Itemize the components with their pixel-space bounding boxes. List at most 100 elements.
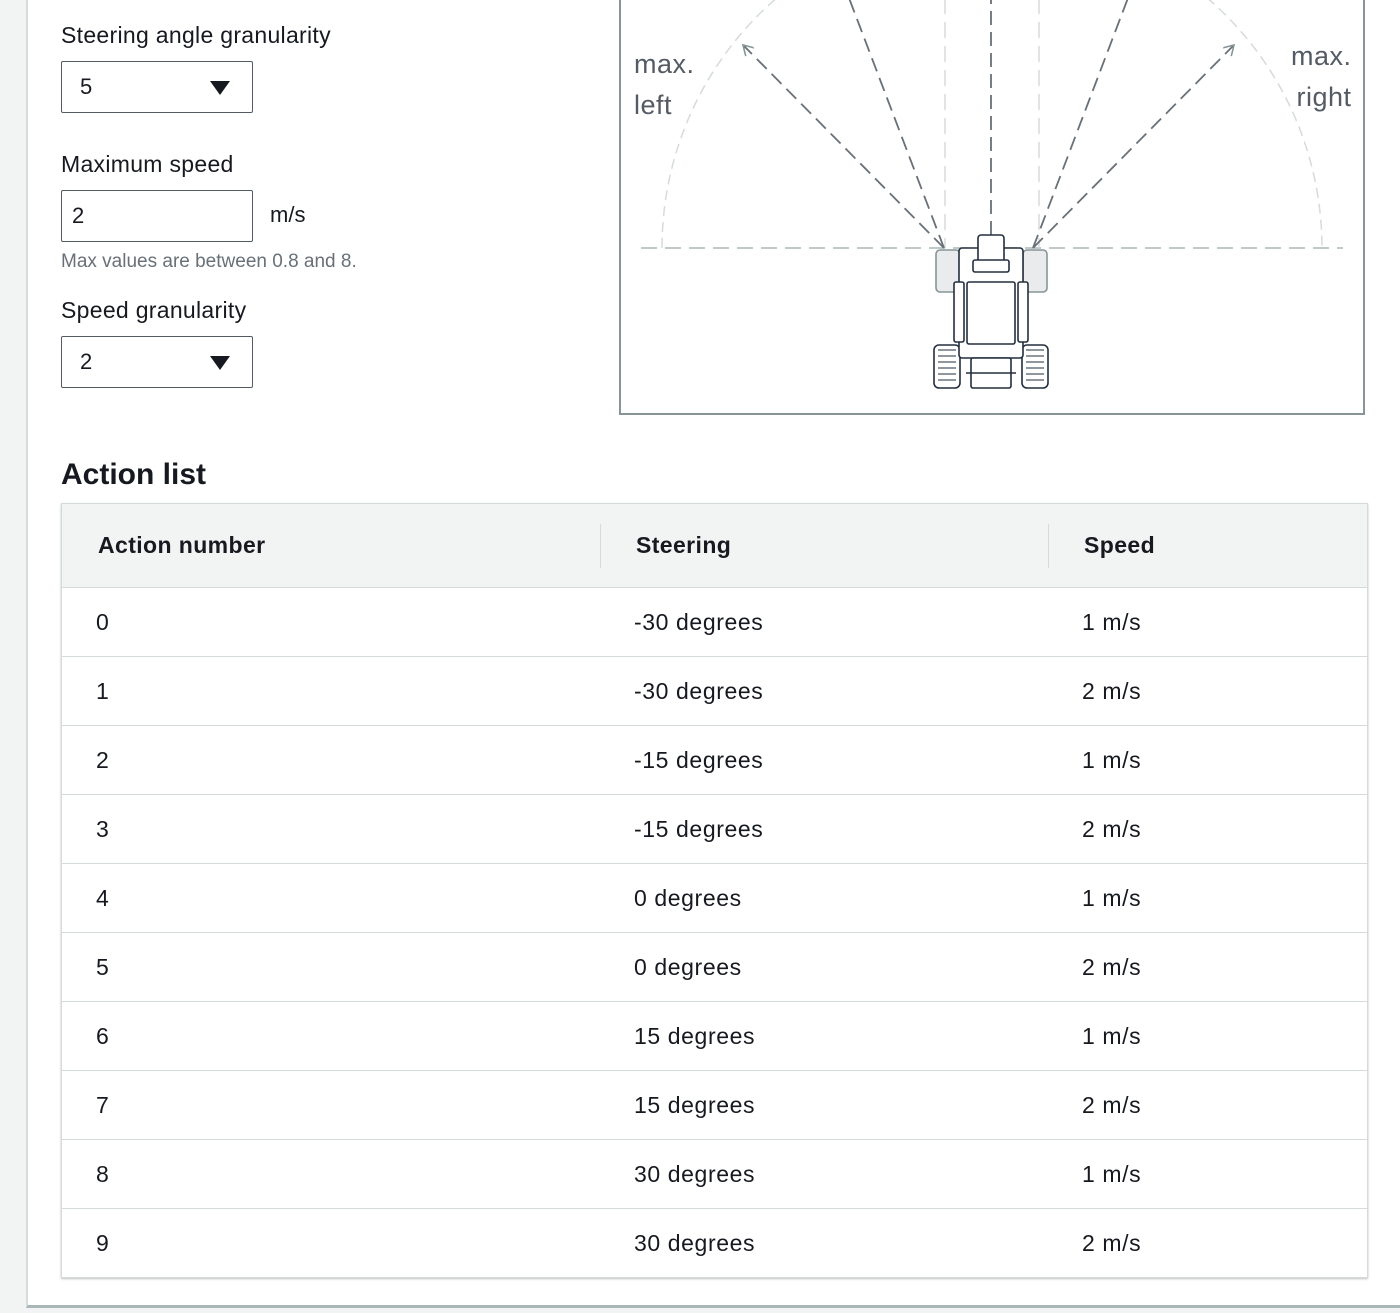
steering-ray-right — [1032, 0, 1129, 249]
speed-cell: 1 m/s — [1048, 725, 1367, 795]
action-list-title: Action list — [61, 458, 207, 491]
column-header-steering: Steering — [600, 504, 1048, 588]
steering-cell-text: 15 degrees — [634, 1091, 756, 1118]
action-list-table: Action number Steering Speed 0 -30 degree… — [61, 503, 1368, 1278]
table-row: 2 -15 degrees 1 m/s — [62, 725, 1367, 795]
steering-cell: 0 degrees — [600, 932, 1048, 1002]
steering-granularity-select[interactable]: 5 — [61, 61, 253, 113]
action-number-cell-text: 4 — [96, 884, 110, 911]
steering-cell: 30 degrees — [600, 1139, 1048, 1209]
steering-cell-text: -30 degrees — [634, 608, 764, 635]
table-row: 5 0 degrees 2 m/s — [62, 932, 1367, 1002]
max-speed-input[interactable] — [61, 190, 253, 242]
action-number-cell-text: 5 — [96, 953, 110, 980]
action-number-cell-text: 2 — [96, 746, 110, 773]
speed-cell-text: 1 m/s — [1082, 746, 1142, 773]
steering-ray-max-left — [743, 45, 945, 249]
max-speed-unit: m/s — [270, 202, 306, 227]
caret-down-icon — [210, 356, 230, 370]
max-right-label: max. right — [1291, 36, 1352, 118]
action-number-cell-text: 7 — [96, 1091, 110, 1118]
steering-cell: -15 degrees — [600, 725, 1048, 795]
action-number-cell: 5 — [62, 932, 600, 1002]
max-left-label-line1: max. — [634, 49, 695, 79]
max-speed-hint: Max values are between 0.8 and 8. — [61, 251, 357, 272]
steering-cell: 0 degrees — [600, 863, 1048, 933]
speed-cell: 2 m/s — [1048, 656, 1367, 726]
action-number-cell: 7 — [62, 1070, 600, 1140]
action-number-cell: 1 — [62, 656, 600, 726]
table-row: 6 15 degrees 1 m/s — [62, 1001, 1367, 1071]
steering-diagram-svg — [641, 0, 1343, 389]
steering-cell: -30 degrees — [600, 656, 1048, 726]
action-number-cell-text: 3 — [96, 815, 110, 842]
steering-cell-text: 0 degrees — [634, 953, 742, 980]
action-number-cell: 9 — [62, 1209, 600, 1278]
speed-cell: 1 m/s — [1048, 587, 1367, 657]
table-row: 3 -15 degrees 2 m/s — [62, 794, 1367, 864]
steering-cell-text: -15 degrees — [634, 815, 764, 842]
action-list-body: 0 -30 degrees 1 m/s 1 -30 degrees 2 m/s 2 -15 d… — [62, 587, 1367, 1278]
action-number-cell: 8 — [62, 1139, 600, 1209]
speed-cell: 1 m/s — [1048, 1001, 1367, 1071]
speed-cell-text: 2 m/s — [1082, 1091, 1142, 1118]
speed-cell-text: 1 m/s — [1082, 1022, 1142, 1049]
table-row: 8 30 degrees 1 m/s — [62, 1139, 1367, 1209]
speed-cell-text: 2 m/s — [1082, 953, 1142, 980]
speed-granularity-value: 2 — [80, 349, 93, 374]
column-header-action-number: Action number — [62, 504, 600, 588]
column-header-label: Action number — [98, 532, 266, 558]
steering-cell: -15 degrees — [600, 794, 1048, 864]
speed-cell-text: 1 m/s — [1082, 884, 1142, 911]
table-header-row: Action number Steering Speed — [62, 504, 1367, 588]
steering-cell: 15 degrees — [600, 1070, 1048, 1140]
speed-cell-text: 2 m/s — [1082, 1229, 1142, 1256]
action-number-cell: 3 — [62, 794, 600, 864]
max-left-label-line2: left — [634, 90, 673, 120]
action-number-cell-text: 1 — [96, 677, 110, 704]
steering-cell: -30 degrees — [600, 587, 1048, 657]
speed-cell: 1 m/s — [1048, 863, 1367, 933]
action-number-cell-text: 6 — [96, 1022, 110, 1049]
max-left-label: max. left — [634, 44, 695, 126]
action-number-cell-text: 0 — [96, 608, 110, 635]
max-right-label-line2: right — [1296, 82, 1352, 112]
vehicle-top-view-icon — [933, 234, 1049, 389]
action-number-cell-text: 9 — [96, 1229, 110, 1256]
table-row: 9 30 degrees 2 m/s — [62, 1209, 1367, 1278]
action-number-cell: 2 — [62, 725, 600, 795]
table-row: 1 -30 degrees 2 m/s — [62, 656, 1367, 726]
max-right-label-line1: max. — [1291, 41, 1352, 71]
speed-cell-text: 2 m/s — [1082, 815, 1142, 842]
action-number-cell: 4 — [62, 863, 600, 933]
steering-range-arc — [661, 0, 1323, 249]
speed-cell: 1 m/s — [1048, 1139, 1367, 1209]
action-number-cell: 0 — [62, 587, 600, 657]
steering-diagram: max. left max. right — [619, 0, 1365, 415]
action-number-cell-text: 8 — [96, 1160, 110, 1187]
speed-cell: 2 m/s — [1048, 932, 1367, 1002]
steering-cell: 30 degrees — [600, 1209, 1048, 1278]
steering-cell-text: -15 degrees — [634, 746, 764, 773]
speed-cell: 2 m/s — [1048, 794, 1367, 864]
action-number-cell: 6 — [62, 1001, 600, 1071]
steering-granularity-label: Steering angle granularity — [61, 22, 331, 48]
steering-cell-text: 15 degrees — [634, 1022, 756, 1049]
column-header-label: Steering — [636, 532, 732, 558]
speed-cell: 2 m/s — [1048, 1209, 1367, 1278]
steering-ray-left — [848, 0, 945, 249]
steering-cell-text: -30 degrees — [634, 677, 764, 704]
speed-cell-text: 2 m/s — [1082, 677, 1142, 704]
steering-cell: 15 degrees — [600, 1001, 1048, 1071]
caret-down-icon — [210, 81, 230, 95]
speed-granularity-select[interactable]: 2 — [61, 336, 253, 388]
table-row: 4 0 degrees 1 m/s — [62, 863, 1367, 933]
steering-cell-text: 30 degrees — [634, 1160, 756, 1187]
speed-cell-text: 1 m/s — [1082, 1160, 1142, 1187]
steering-ray-max-right — [1032, 45, 1234, 249]
steering-granularity-value: 5 — [80, 74, 93, 99]
column-header-speed: Speed — [1048, 504, 1367, 588]
speed-granularity-label: Speed granularity — [61, 297, 247, 323]
table-row: 7 15 degrees 2 m/s — [62, 1070, 1367, 1140]
column-header-label: Speed — [1084, 532, 1156, 558]
